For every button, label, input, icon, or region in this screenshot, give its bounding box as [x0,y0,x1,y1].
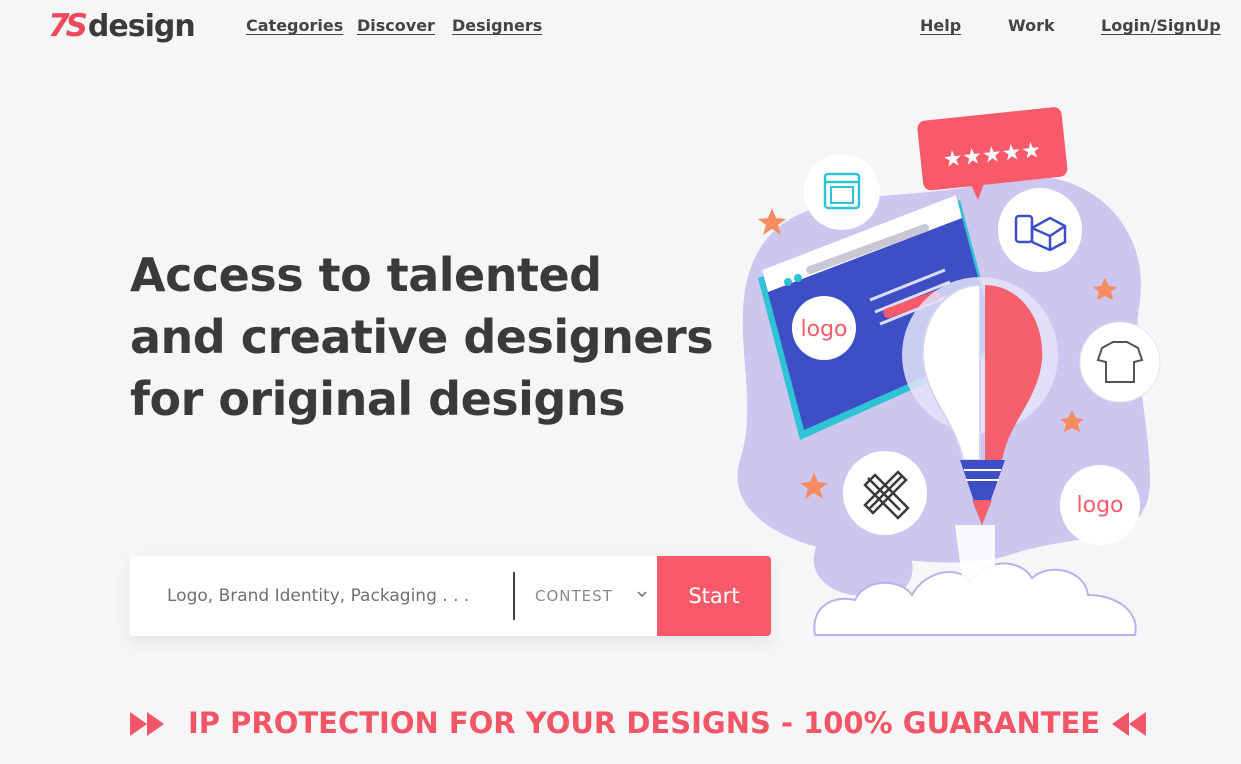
headline-line-2: and creative designers [130,310,714,364]
fast-forward-icon [130,712,164,736]
headline-line-3: for original designs [130,372,625,426]
design-search-input[interactable] [130,556,513,636]
nav-work-link[interactable]: Work [1008,16,1055,35]
site-logo[interactable]: 7S design [48,8,196,44]
contest-type-select[interactable]: CONTEST [515,556,657,636]
nav-help-link[interactable]: Help [920,16,961,35]
contest-type-value: CONTEST [535,587,613,605]
logo-badge-text-2: logo [1077,493,1124,518]
nav-categories-link[interactable]: Categories [246,16,343,35]
logo-badge-text-1: logo [801,317,848,342]
logo-wordmark: design [87,9,196,44]
rewind-icon [1112,712,1146,736]
search-bar: CONTEST Start [130,556,771,636]
nav-login-signup-link[interactable]: Login/SignUp [1101,16,1221,35]
chevron-down-icon [637,591,647,597]
hero-headline: Access to talented and creative designer… [130,244,714,430]
nav-discover-link[interactable]: Discover [357,16,435,35]
logo-mark: 7S [48,8,88,44]
headline-line-1: Access to talented [130,248,602,302]
nav-designers-link[interactable]: Designers [452,16,542,35]
ip-protection-banner: IP PROTECTION FOR YOUR DESIGNS - 100% GU… [188,706,1101,740]
hero-illustration: logo ★★★★★ logo [737,107,1161,636]
